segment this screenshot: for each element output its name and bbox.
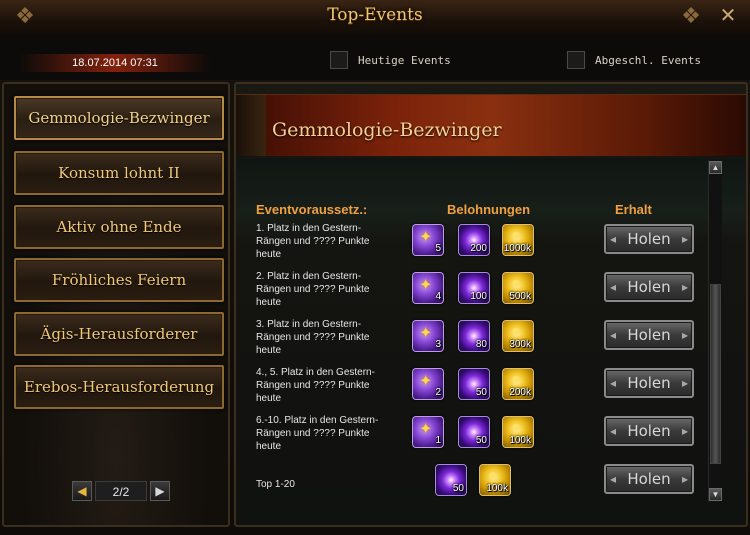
datetime: 18.07.2014 07:31: [20, 54, 210, 72]
coin-reward-icon[interactable]: 500k: [502, 272, 534, 304]
sidebar-item-gemmologie[interactable]: Gemmologie-Bezwinger: [14, 96, 224, 140]
orb-reward-icon[interactable]: 50: [458, 416, 490, 448]
reward-qty: 100: [470, 291, 487, 302]
window-title: Top-Events: [327, 5, 423, 25]
reward-qty: 500k: [509, 291, 531, 302]
filter-completed-checkbox[interactable]: [567, 51, 585, 69]
claim-button[interactable]: Holen: [604, 416, 694, 446]
col-rewards: Belohnungen: [447, 202, 531, 217]
claim-button[interactable]: Holen: [604, 368, 694, 398]
next-page-icon[interactable]: ▶: [150, 481, 170, 501]
reward-qty: 2: [435, 387, 441, 398]
title-bar: ❖ Top-Events ❖ ✕: [0, 0, 750, 35]
coin-reward-icon[interactable]: 200k: [502, 368, 534, 400]
claim-button[interactable]: Holen: [604, 224, 694, 254]
reward-qty: 3: [435, 339, 441, 350]
event-window: ❖ Top-Events ❖ ✕ 18.07.2014 07:31 Heutig…: [0, 0, 750, 535]
reward-qty: 100k: [486, 483, 508, 494]
gem-reward-icon[interactable]: 5: [412, 224, 444, 256]
coin-reward-icon[interactable]: 100k: [502, 416, 534, 448]
gem-reward-icon[interactable]: 4: [412, 272, 444, 304]
scroll-up-icon[interactable]: ▲: [709, 161, 722, 174]
sidebar: Gemmologie-Bezwinger Konsum lohnt II Akt…: [2, 82, 230, 527]
row-requirement: 4., 5. Platz in den Gestern-Rängen und ?…: [256, 367, 375, 404]
row-requirement: 1. Platz in den Gestern-Rängen und ???? …: [256, 223, 370, 260]
reward-qty: 5: [435, 243, 441, 254]
prev-page-icon[interactable]: ◀: [72, 481, 92, 501]
scroll-thumb[interactable]: [710, 284, 721, 464]
event-detail-panel: Gemmologie-Bezwinger ▲ ▼ Eventvoraussetz…: [234, 82, 748, 527]
row-requirement: 2. Platz in den Gestern-Rängen und ???? …: [256, 271, 370, 308]
scroll-down-icon[interactable]: ▼: [709, 488, 722, 501]
orb-reward-icon[interactable]: 50: [435, 464, 467, 496]
orb-reward-icon[interactable]: 100: [458, 272, 490, 304]
coin-reward-icon[interactable]: 1000k: [502, 224, 534, 256]
event-title: Gemmologie-Bezwinger: [272, 119, 502, 141]
col-claim: Erhalt: [615, 202, 652, 217]
coin-reward-icon[interactable]: 100k: [479, 464, 511, 496]
gem-reward-icon[interactable]: 3: [412, 320, 444, 352]
orb-reward-icon[interactable]: 50: [458, 368, 490, 400]
orb-reward-icon[interactable]: 80: [458, 320, 490, 352]
gem-reward-icon[interactable]: 2: [412, 368, 444, 400]
claim-button[interactable]: Holen: [604, 464, 694, 494]
pager: ◀ 2/2 ▶: [72, 480, 170, 502]
filter-today[interactable]: Heutige Events: [330, 50, 451, 70]
event-banner: Gemmologie-Bezwinger: [236, 94, 746, 158]
reward-qty: 4: [435, 291, 441, 302]
ornament-right-icon: ❖: [681, 3, 701, 28]
claim-button[interactable]: Holen: [604, 272, 694, 302]
sidebar-item-aegis[interactable]: Ägis-Herausforderer: [14, 312, 224, 356]
row-requirement: Top 1-20: [256, 479, 295, 490]
reward-qty: 50: [452, 483, 464, 494]
reward-qty: 50: [475, 387, 487, 398]
sidebar-item-erebos[interactable]: Erebos-Herausforderung: [14, 365, 224, 409]
claim-button[interactable]: Holen: [604, 320, 694, 350]
reward-qty: 50: [475, 435, 487, 446]
row-requirement: 3. Platz in den Gestern-Rängen und ???? …: [256, 319, 370, 356]
filter-today-label: Heutige Events: [358, 53, 451, 67]
filter-today-checkbox[interactable]: [330, 51, 348, 69]
reward-qty: 1: [435, 435, 441, 446]
reward-qty: 100k: [509, 435, 531, 446]
sidebar-item-aktiv[interactable]: Aktiv ohne Ende: [14, 205, 224, 249]
coin-reward-icon[interactable]: 300k: [502, 320, 534, 352]
banner-ornament-icon: [236, 95, 266, 157]
row-requirement: 6.-10. Platz in den Gestern-Rängen und ?…: [256, 415, 379, 452]
scrollbar[interactable]: ▲ ▼: [708, 160, 722, 502]
gem-reward-icon[interactable]: 1: [412, 416, 444, 448]
orb-reward-icon[interactable]: 200: [458, 224, 490, 256]
sidebar-item-konsum[interactable]: Konsum lohnt II: [14, 151, 224, 195]
col-requirement: Eventvoraussetz.:: [256, 202, 368, 217]
page-indicator: 2/2: [95, 481, 147, 501]
reward-qty: 80: [475, 339, 487, 350]
sidebar-item-feiern[interactable]: Fröhliches Feiern: [14, 258, 224, 302]
filter-completed[interactable]: Abgeschl. Events: [567, 50, 701, 70]
reward-qty: 1000k: [503, 243, 531, 254]
reward-qty: 300k: [509, 339, 531, 350]
filter-completed-label: Abgeschl. Events: [595, 53, 701, 67]
reward-qty: 200k: [509, 387, 531, 398]
close-icon[interactable]: ✕: [714, 3, 742, 29]
reward-qty: 200: [470, 243, 487, 254]
